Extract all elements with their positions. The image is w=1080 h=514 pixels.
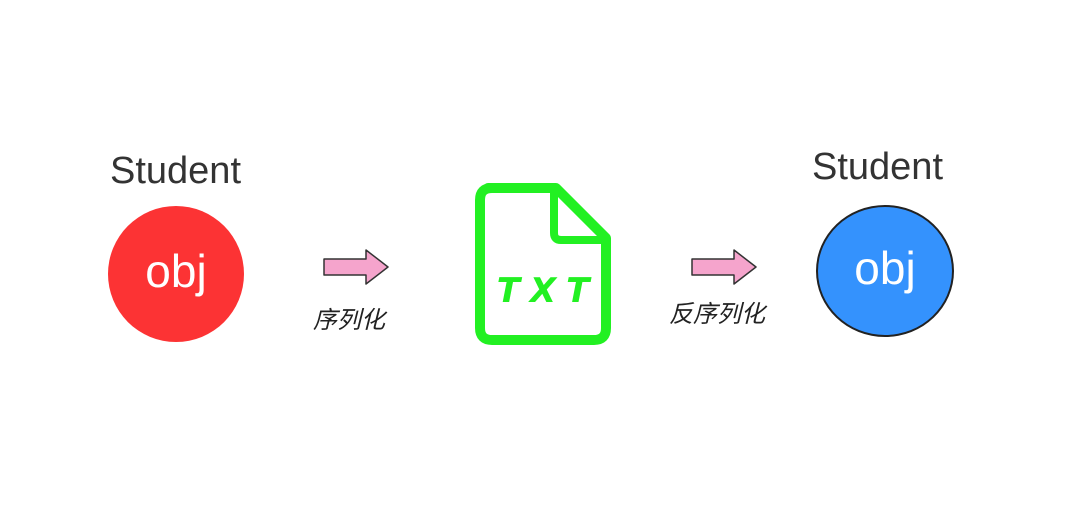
txt-file-icon: TXT	[474, 183, 612, 345]
txt-file-text: TXT	[496, 271, 600, 311]
deserialize-arrow-icon	[691, 249, 757, 285]
left-object-circle: obj	[108, 206, 244, 342]
right-object-circle: obj	[816, 205, 954, 337]
left-class-label: Student	[110, 150, 241, 192]
txt-file-graphic	[475, 183, 611, 345]
serialize-arrow-icon	[323, 249, 389, 285]
right-object-text: obj	[854, 242, 916, 294]
left-object-text: obj	[145, 245, 207, 297]
right-class-label: Student	[812, 146, 943, 188]
serialize-label: 序列化	[313, 307, 385, 334]
deserialize-label: 反序列化	[669, 301, 765, 328]
